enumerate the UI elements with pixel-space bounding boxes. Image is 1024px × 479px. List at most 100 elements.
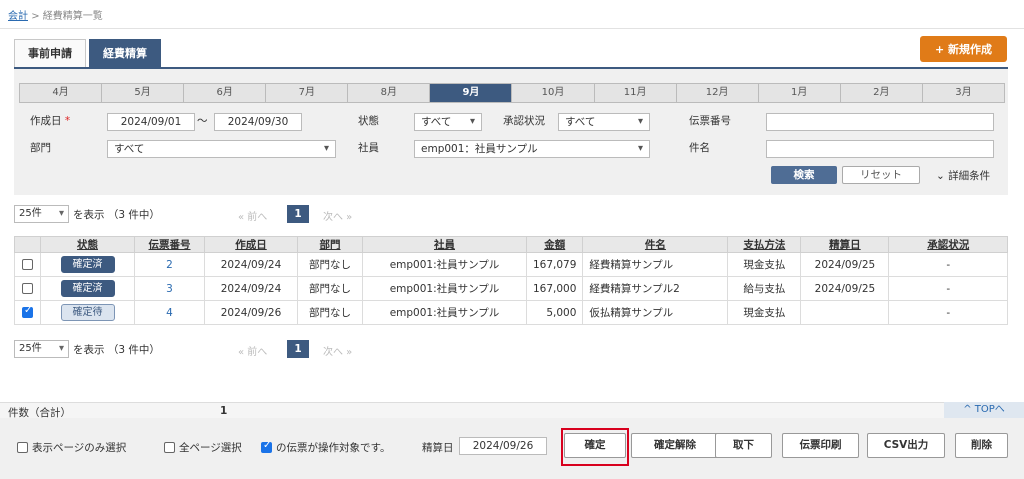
table-row[interactable]: 確定済 2 2024/09/24 部門なし emp001:社員サンプル 167,079 経費… bbox=[14, 252, 1008, 277]
operation-target-note: の伝票が操作対象です。 bbox=[261, 440, 390, 455]
per-page-select[interactable]: 25件 bbox=[14, 205, 69, 223]
header-payment[interactable]: 支払方法 bbox=[727, 236, 802, 253]
pager-bottom: 25件 を表示 （3 件中） bbox=[14, 340, 160, 358]
amount-cell: 5,000 bbox=[525, 300, 584, 325]
detail-conditions-toggle[interactable]: ⌄ 詳細条件 bbox=[936, 168, 990, 183]
header-created[interactable]: 作成日 bbox=[204, 236, 298, 253]
month-tab[interactable]: 2月 bbox=[841, 84, 923, 102]
select-all-pages[interactable]: 全ページ選択 bbox=[164, 440, 242, 455]
month-tab[interactable]: 6月 bbox=[184, 84, 267, 102]
month-tab[interactable]: 12月 bbox=[677, 84, 759, 102]
pager-summary: を表示 （3 件中） bbox=[73, 208, 160, 221]
expense-table: 状態 伝票番号 作成日 部門 社員 金額 件名 支払方法 精算日 承認状況 確定… bbox=[14, 236, 1008, 325]
checked-indicator-icon bbox=[261, 440, 272, 453]
withdraw-button[interactable]: 取下 bbox=[715, 433, 772, 458]
month-tab[interactable]: 5月 bbox=[102, 84, 185, 102]
department-cell: 部門なし bbox=[297, 276, 363, 301]
delete-button[interactable]: 削除 bbox=[955, 433, 1008, 458]
month-selector: 4月 5月 6月 7月 8月 9月 10月 11月 12月 1月 2月 3月 bbox=[19, 83, 1005, 103]
slip-number-link[interactable]: 2 bbox=[166, 259, 173, 271]
month-tab[interactable]: 1月 bbox=[759, 84, 841, 102]
month-tab[interactable]: 3月 bbox=[923, 84, 1004, 102]
table-header-row: 状態 伝票番号 作成日 部門 社員 金額 件名 支払方法 精算日 承認状況 bbox=[14, 236, 1008, 253]
status-badge[interactable]: 確定待 bbox=[60, 304, 115, 321]
header-subject[interactable]: 件名 bbox=[582, 236, 729, 253]
reset-button[interactable]: リセット bbox=[842, 166, 920, 184]
per-page-select-bottom[interactable]: 25件 bbox=[14, 340, 69, 358]
employee-select[interactable]: emp001：社員サンプル bbox=[414, 140, 650, 158]
pager-current-page[interactable]: 1 bbox=[287, 205, 309, 223]
approval-status-cell: - bbox=[888, 252, 1008, 277]
slip-number-cell: 4 bbox=[134, 300, 205, 325]
row-checkbox[interactable] bbox=[22, 305, 33, 318]
month-tab[interactable]: 8月 bbox=[348, 84, 431, 102]
approval-status-cell: - bbox=[888, 300, 1008, 325]
tab-expense-settlement[interactable]: 経費精算 bbox=[89, 39, 161, 67]
search-button[interactable]: 検索 bbox=[771, 166, 837, 184]
table-row[interactable]: 確定待 4 2024/09/26部門なしemp001:社員サンプル5,000仮払精算… bbox=[14, 300, 1008, 325]
subject-cell: 経費精算サンプル2 bbox=[582, 276, 729, 301]
header-settle-date[interactable]: 精算日 bbox=[800, 236, 890, 253]
header-status[interactable]: 状態 bbox=[40, 236, 135, 253]
status-cell: 確定待 bbox=[40, 300, 135, 325]
header-amount[interactable]: 金額 bbox=[525, 236, 584, 253]
created-date-label: 作成日 * bbox=[30, 115, 71, 127]
created-date-cell: 2024/09/24 bbox=[204, 276, 298, 301]
header-employee[interactable]: 社員 bbox=[362, 236, 527, 253]
status-badge[interactable]: 確定済 bbox=[60, 280, 115, 297]
employee-cell: emp001:社員サンプル bbox=[362, 252, 527, 277]
month-tab[interactable]: 11月 bbox=[595, 84, 677, 102]
header-divider bbox=[0, 28, 1024, 29]
status-cell: 確定済 bbox=[40, 252, 135, 277]
new-create-button[interactable]: + 新規作成 bbox=[920, 36, 1007, 62]
highlight-frame bbox=[561, 428, 629, 466]
department-select[interactable]: すべて bbox=[107, 140, 336, 158]
slip-number-link[interactable]: 3 bbox=[166, 283, 173, 295]
row-select-cell bbox=[14, 300, 41, 325]
date-to-input[interactable]: 2024/09/30 bbox=[214, 113, 302, 131]
pager-prev-bottom[interactable]: « 前へ bbox=[238, 343, 267, 358]
department-cell: 部門なし bbox=[297, 252, 363, 277]
pager-current-page-bottom[interactable]: 1 bbox=[287, 340, 309, 358]
pager-next-bottom[interactable]: 次へ » bbox=[323, 343, 352, 358]
month-tab[interactable]: 4月 bbox=[20, 84, 103, 102]
header-slip-number[interactable]: 伝票番号 bbox=[134, 236, 205, 253]
amount-cell: 167,079 bbox=[525, 252, 584, 277]
print-slip-button[interactable]: 伝票印刷 bbox=[782, 433, 859, 458]
month-tab[interactable]: 9月 bbox=[430, 84, 513, 102]
slip-number-input[interactable] bbox=[766, 113, 994, 131]
pager-prev[interactable]: « 前へ bbox=[238, 208, 267, 223]
footer-summary-bar bbox=[0, 402, 1024, 418]
month-tab[interactable]: 10月 bbox=[512, 84, 595, 102]
status-label: 状態 bbox=[358, 115, 379, 127]
count-value: 1 bbox=[220, 405, 228, 417]
row-checkbox[interactable] bbox=[22, 259, 33, 270]
csv-export-button[interactable]: CSV出力 bbox=[867, 433, 945, 458]
header-department[interactable]: 部門 bbox=[297, 236, 363, 253]
tab-pre-application[interactable]: 事前申請 bbox=[14, 39, 86, 67]
status-select[interactable]: すべて bbox=[414, 113, 482, 131]
breadcrumb: 会計 > 経費精算一覧 bbox=[8, 7, 103, 22]
subject-input[interactable] bbox=[766, 140, 994, 158]
back-to-top-link[interactable]: ^ TOPへ bbox=[944, 402, 1024, 418]
select-page-only-checkbox[interactable] bbox=[17, 442, 28, 453]
pager-next[interactable]: 次へ » bbox=[323, 208, 352, 223]
month-tab[interactable]: 7月 bbox=[266, 84, 349, 102]
slip-number-cell: 3 bbox=[134, 276, 205, 301]
unconfirm-button[interactable]: 確定解除 bbox=[631, 433, 719, 458]
payment-method-cell: 現金支払 bbox=[727, 300, 802, 325]
select-page-only[interactable]: 表示ページのみ選択 bbox=[17, 440, 126, 455]
date-from-input[interactable]: 2024/09/01 bbox=[107, 113, 195, 131]
row-checkbox[interactable] bbox=[22, 283, 33, 294]
employee-label: 社員 bbox=[358, 142, 379, 154]
status-badge[interactable]: 確定済 bbox=[60, 256, 115, 273]
header-approval[interactable]: 承認状況 bbox=[888, 236, 1008, 253]
settle-date-input[interactable]: 2024/09/26 bbox=[459, 437, 547, 455]
select-all-pages-checkbox[interactable] bbox=[164, 442, 175, 453]
created-date-cell: 2024/09/26 bbox=[204, 300, 298, 325]
table-row[interactable]: 確定済 3 2024/09/24 部門なし emp001:社員サンプル 167,000 経費… bbox=[14, 276, 1008, 301]
breadcrumb-root-link[interactable]: 会計 bbox=[8, 11, 28, 22]
approval-status-label: 承認状況 bbox=[503, 115, 545, 127]
slip-number-link[interactable]: 4 bbox=[166, 307, 173, 319]
approval-status-select[interactable]: すべて bbox=[558, 113, 650, 131]
